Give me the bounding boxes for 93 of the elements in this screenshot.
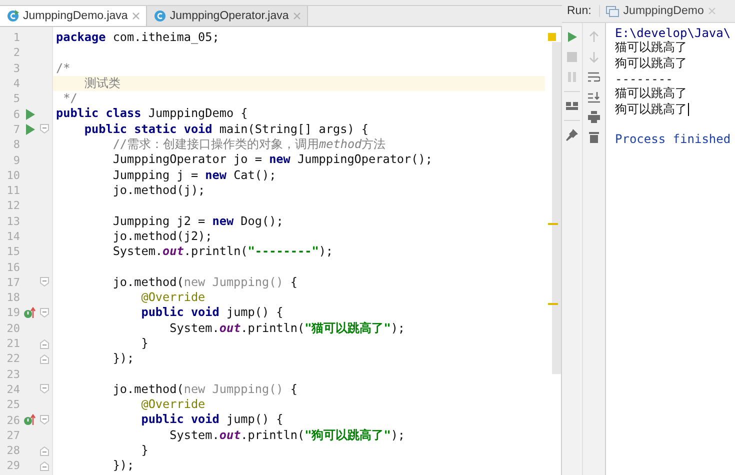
fold-icon[interactable]	[40, 460, 48, 471]
fold-icon[interactable]	[40, 277, 48, 288]
line-number: 14	[6, 230, 20, 243]
line-number: 25	[6, 398, 20, 412]
close-icon[interactable]	[708, 7, 716, 15]
code-line: jo.method(j2);	[112, 228, 212, 243]
code-line: Jumpping j = new Cat();	[112, 168, 276, 182]
line-number: 21	[6, 337, 20, 350]
line-number: 16	[6, 260, 20, 274]
line-number: 7	[12, 122, 20, 136]
override-icon[interactable]	[24, 306, 36, 319]
run-icon[interactable]	[25, 124, 35, 135]
file-tab[interactable]: JumppingOperator.java	[146, 6, 308, 26]
code-line: */	[62, 91, 78, 106]
line-number: 17	[6, 276, 20, 289]
console-line: 狗可以跳高了	[615, 100, 687, 118]
stop-icon[interactable]	[566, 51, 578, 63]
code-line: }	[140, 336, 148, 350]
line-number: 3	[12, 62, 20, 75]
console-line: Process finished	[615, 132, 731, 146]
scrollbar-thumb[interactable]	[552, 42, 561, 374]
console-line: E:\develop\Java\	[615, 26, 731, 40]
line-number: 1	[12, 31, 20, 44]
code-line: 测试类	[83, 76, 120, 90]
file-tab[interactable]: JumppingDemo.java	[0, 6, 147, 26]
fold-icon[interactable]	[40, 446, 48, 456]
line-number: 24	[6, 382, 20, 396]
code-line: System.out.println("--------");	[112, 244, 334, 258]
line-number: 29	[6, 459, 20, 472]
line-number: 22	[6, 352, 20, 366]
line-number: 13	[6, 214, 20, 228]
line-number: 28	[6, 444, 20, 458]
up-arrow-icon[interactable]	[588, 31, 600, 43]
code-line: });	[112, 351, 134, 366]
line-number: 23	[6, 368, 20, 381]
run-tab[interactable]: JumppingDemo	[600, 0, 722, 22]
console-line: 猫可以跳高了	[615, 40, 687, 56]
code-line: public void jump() {	[140, 412, 284, 426]
pin-icon[interactable]	[566, 129, 578, 141]
fold-icon[interactable]	[40, 415, 48, 426]
code-line: Jumpping j2 = new Dog();	[112, 214, 284, 228]
code-line: package com.itheima_05;	[56, 30, 220, 44]
line-number: 9	[12, 154, 20, 167]
line-number: 2	[12, 46, 20, 60]
line-number: 12	[6, 199, 20, 212]
code-line: @Override	[140, 290, 206, 304]
code-line: @Override	[140, 397, 206, 412]
code-line: jo.method(new Jumpping() {	[112, 274, 298, 289]
code-line: });	[112, 458, 134, 472]
code-line: jo.method(new Jumpping() {	[112, 382, 298, 396]
line-number: 10	[6, 168, 20, 182]
line-number: 26	[6, 414, 20, 427]
fold-icon[interactable]	[40, 354, 48, 364]
close-icon[interactable]	[292, 12, 301, 20]
line-number: 20	[6, 322, 20, 335]
code-line: System.out.println("猫可以跳高了");	[168, 320, 406, 335]
window-icon	[606, 6, 620, 16]
code-line: public void jump() {	[140, 305, 284, 320]
console-line: --------	[615, 72, 673, 86]
fold-icon[interactable]	[40, 384, 48, 394]
line-number: 19	[6, 306, 20, 320]
line-number: 6	[12, 108, 20, 121]
panel-label: Run:	[562, 5, 600, 17]
code-line: public class JumppingDemo {	[56, 106, 248, 120]
line-number: 27	[6, 428, 20, 442]
line-number: 8	[12, 138, 20, 152]
line-number: 18	[6, 291, 20, 304]
down-arrow-icon[interactable]	[588, 51, 600, 63]
code-line: jo.method(j);	[112, 182, 206, 197]
print-icon[interactable]	[588, 111, 600, 123]
code-line: //需求：创建接口操作类的对象，调用method方法	[112, 137, 386, 152]
layout-icon[interactable]	[566, 100, 578, 112]
console-line: 狗可以跳高了	[615, 54, 687, 72]
code-line: JumppingOperator jo = new JumppingOperator();	[112, 152, 432, 166]
trash-icon[interactable]	[588, 131, 600, 143]
line-number: 11	[6, 184, 20, 198]
run-icon[interactable]	[25, 108, 35, 120]
fold-icon[interactable]	[40, 308, 48, 318]
line-number: 5	[12, 92, 20, 106]
code-line: System.out.println("狗可以跳高了");	[168, 428, 406, 442]
line-number: 4	[12, 77, 20, 90]
line-number: 15	[6, 245, 20, 258]
override-icon[interactable]	[24, 414, 36, 426]
run-icon[interactable]	[566, 31, 578, 43]
wrap-icon[interactable]	[588, 71, 600, 83]
console-line: 猫可以跳高了	[615, 85, 687, 102]
code-line: /*	[56, 60, 70, 75]
code-line: }	[140, 443, 148, 458]
scroll-to-end-icon[interactable]	[588, 91, 600, 103]
fold-icon[interactable]	[40, 124, 48, 134]
fold-icon[interactable]	[40, 338, 48, 349]
code-line: public static void main(String[] args) {	[83, 122, 369, 136]
close-icon[interactable]	[132, 12, 140, 20]
